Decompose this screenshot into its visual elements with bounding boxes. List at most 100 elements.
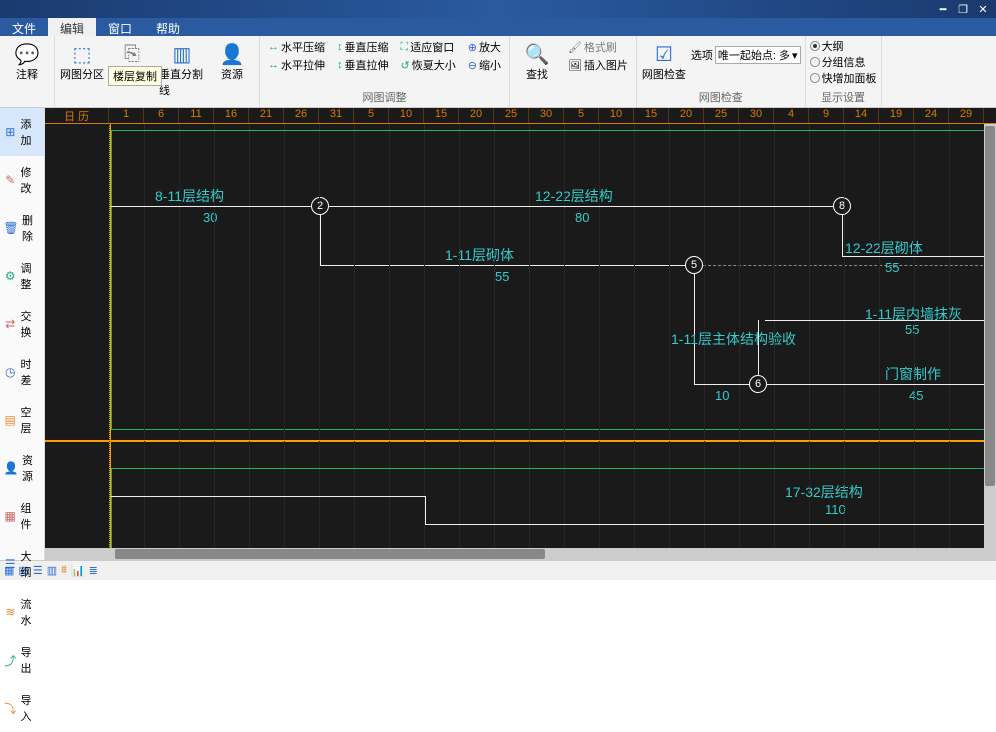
tooltip: 楼层复制: [108, 66, 162, 86]
task-duration: 55: [905, 322, 919, 337]
task-label: 17-32层结构: [785, 482, 863, 502]
netcheck-button[interactable]: ☑ 网图检查: [641, 38, 687, 82]
brush-icon: 🖌: [568, 41, 582, 54]
side-component[interactable]: ▦组件: [0, 492, 44, 540]
ruler-cell: 19: [879, 108, 914, 123]
option-select[interactable]: 唯一起始点: 多▾: [715, 46, 801, 64]
ruler-cell: 24: [914, 108, 949, 123]
hcompress-button[interactable]: ↔水平压缩: [264, 38, 329, 56]
list-icon: ☰: [4, 557, 16, 571]
tab-window[interactable]: 窗口: [96, 18, 144, 36]
find-button[interactable]: 🔍 查找: [514, 38, 560, 82]
arrows-out-v-icon: ↕: [337, 59, 343, 71]
zoomin-button[interactable]: ⊕放大: [464, 38, 505, 56]
node-5[interactable]: 5: [685, 256, 703, 274]
hstretch-button[interactable]: ↔水平拉伸: [264, 56, 329, 74]
partition-button[interactable]: ⬚ 网图分区: [59, 38, 105, 82]
export-icon: ⤴: [4, 653, 16, 667]
window-restore[interactable]: ❐: [954, 3, 972, 16]
tab-edit[interactable]: 编辑: [48, 18, 96, 36]
chart-area[interactable]: 8-11层结构 30 2 12-22层结构 80 8 1-11层砌体 55 5 …: [45, 124, 996, 548]
clock-icon: ◷: [4, 365, 16, 379]
ruler-cell: 30: [739, 108, 774, 123]
hscroll-thumb[interactable]: [115, 549, 545, 559]
ruler-cell: 10: [389, 108, 424, 123]
ruler-cell: 15: [424, 108, 459, 123]
task-label: 1-11层主体结构验收: [671, 332, 741, 347]
resource-button[interactable]: 👤 资源: [209, 38, 255, 82]
fitwindow-button[interactable]: ⛶适应窗口: [397, 38, 460, 56]
side-modify[interactable]: ✎修改: [0, 156, 44, 204]
vcompress-button[interactable]: ↕垂直压缩: [333, 38, 393, 56]
adjust-group-label: 网图调整: [264, 89, 505, 105]
window-min[interactable]: ━: [934, 3, 952, 16]
side-delete[interactable]: 🗑删除: [0, 204, 44, 252]
search-icon: 🔍: [525, 42, 549, 66]
ruler-cell: 20: [459, 108, 494, 123]
node-2[interactable]: 2: [311, 197, 329, 215]
ruler-cell: 9: [809, 108, 844, 123]
option-label: 选项: [691, 47, 713, 63]
ruler-cell: 16: [214, 108, 249, 123]
vstretch-button[interactable]: ↕垂直拉伸: [333, 56, 393, 74]
task-duration: 110: [825, 502, 846, 517]
task-label: 门窗制作: [885, 364, 941, 384]
import-icon: ⤵: [4, 701, 16, 715]
hscrollbar[interactable]: [45, 548, 996, 560]
ruler-cell: 14: [844, 108, 879, 123]
side-layer[interactable]: ▤空层: [0, 396, 44, 444]
sb-icon[interactable]: 📊: [71, 564, 85, 577]
vscroll-thumb[interactable]: [985, 126, 995, 486]
side-export[interactable]: ⤴导出: [0, 636, 44, 684]
radio-outline[interactable]: 大纲: [810, 38, 877, 54]
zoomout-button[interactable]: ⊖缩小: [464, 56, 505, 74]
arrows-in-h-icon: ↔: [268, 41, 279, 53]
ruler-cell: 30: [529, 108, 564, 123]
ruler-cell: 21: [249, 108, 284, 123]
side-adjust[interactable]: ⚙调整: [0, 252, 44, 300]
ruler-cell: 5: [564, 108, 599, 123]
window-close[interactable]: ✕: [974, 3, 992, 16]
side-swap[interactable]: ⇄交换: [0, 300, 44, 348]
side-import[interactable]: ⤵导入: [0, 684, 44, 732]
node-8[interactable]: 8: [833, 197, 851, 215]
insertpic-button[interactable]: 🖼插入图片: [564, 56, 632, 74]
reset-icon: ↺: [401, 59, 410, 72]
ruler-cell: 10: [599, 108, 634, 123]
check-group-label: 网图检查: [641, 89, 801, 105]
formatbrush-button[interactable]: 🖌格式刷: [564, 38, 632, 56]
trash-icon: 🗑: [4, 221, 18, 235]
display-group-label: 显示设置: [810, 89, 877, 105]
radio-quickpanel[interactable]: 快增加面板: [810, 70, 877, 86]
sb-icon[interactable]: ⩩: [61, 564, 67, 577]
arrows-in-v-icon: ↕: [337, 41, 343, 53]
task-label: 1-11层砌体: [445, 245, 514, 265]
sb-icon[interactable]: ▥: [47, 564, 57, 577]
vsplit-icon: ▥: [170, 42, 194, 66]
annotate-button[interactable]: 💬 注释: [4, 38, 50, 82]
side-sequence[interactable]: ≋流水: [0, 588, 44, 636]
person-icon: 👤: [4, 461, 18, 475]
ruler-cell: 31: [319, 108, 354, 123]
ruler-cell: 26: [284, 108, 319, 123]
side-add[interactable]: ⊞添加: [0, 108, 44, 156]
tab-help[interactable]: 帮助: [144, 18, 192, 36]
vscrollbar[interactable]: [984, 124, 996, 548]
resetsize-button[interactable]: ↺恢夏大小: [397, 56, 460, 74]
task-duration: 45: [909, 388, 923, 403]
ruler-cell: 6: [144, 108, 179, 123]
ruler-cell: 15: [634, 108, 669, 123]
minus-icon: ⊖: [468, 59, 477, 72]
tab-file[interactable]: 文件: [0, 18, 48, 36]
node-6[interactable]: 6: [749, 375, 767, 393]
network-canvas[interactable]: 日 历1611162126315101520253051015202530491…: [45, 108, 996, 560]
radio-groupinfo[interactable]: 分组信息: [810, 54, 877, 70]
side-outline[interactable]: ☰大纲: [0, 540, 44, 588]
side-resource[interactable]: 👤资源: [0, 444, 44, 492]
sb-icon[interactable]: ≣: [89, 564, 98, 577]
vsplit-button[interactable]: ▥ 垂直分割线: [159, 38, 205, 98]
side-lag[interactable]: ◷时差: [0, 348, 44, 396]
plus-box-icon: ⊞: [4, 125, 16, 139]
resource-icon: 👤: [220, 42, 244, 66]
image-icon: 🖼: [568, 59, 582, 72]
